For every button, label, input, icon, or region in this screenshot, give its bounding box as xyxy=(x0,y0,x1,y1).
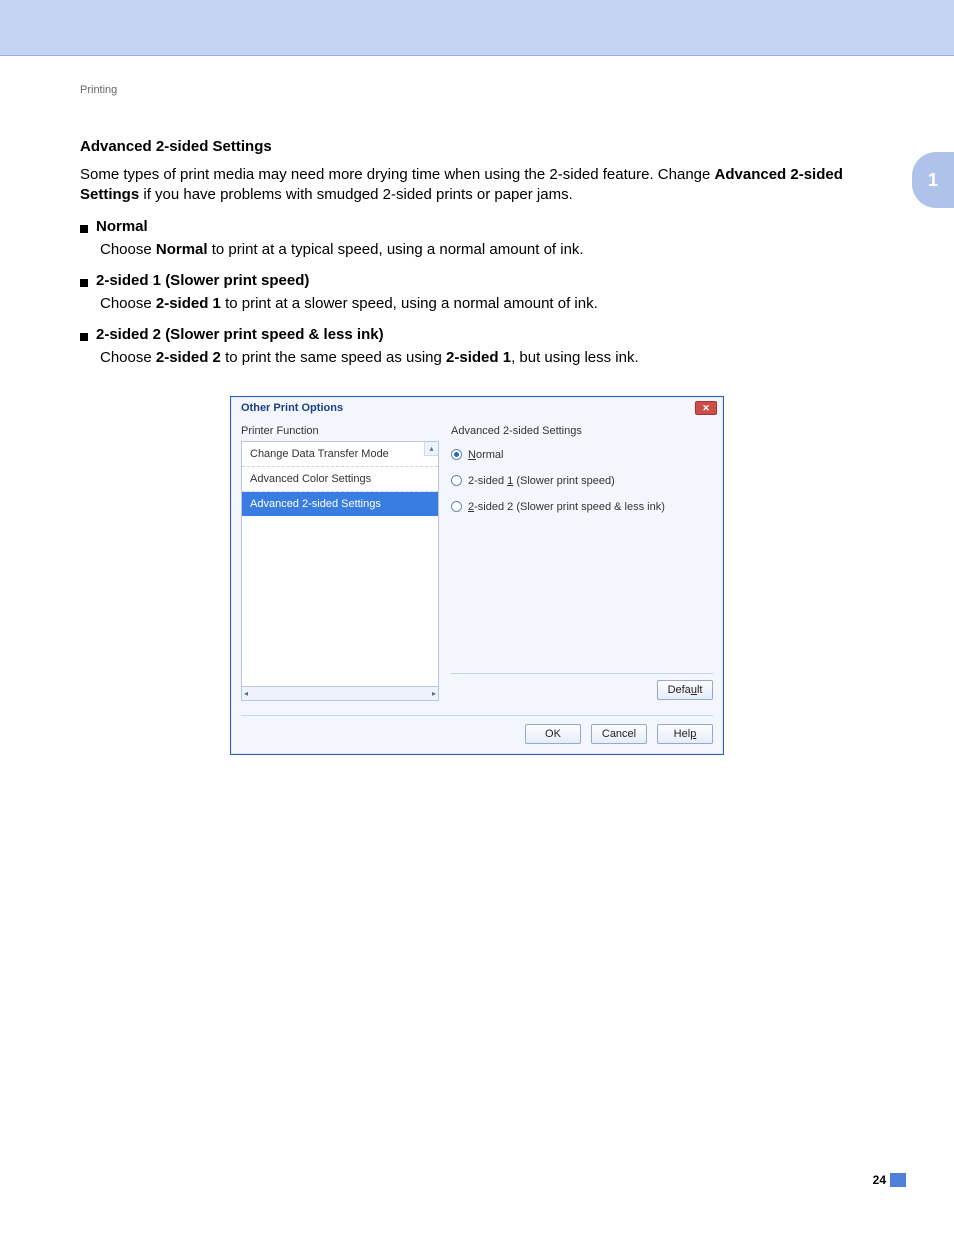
ok-button[interactable]: OK xyxy=(525,724,581,744)
t: -sided 2 (Slower print speed & less ink) xyxy=(474,501,665,513)
t: Choose xyxy=(100,349,156,366)
dialog-titlebar: Other Print Options ✕ xyxy=(231,397,723,419)
default-button[interactable]: Default xyxy=(657,680,713,700)
section-heading: Advanced 2-sided Settings xyxy=(80,138,874,155)
top-banner xyxy=(0,0,954,56)
radio-2sided-2[interactable]: 2-sided 2 (Slower print speed & less ink… xyxy=(451,501,713,513)
bullet-line: 2-sided 1 (Slower print speed) xyxy=(80,272,874,289)
bullet-label: 2-sided 1 (Slower print speed) xyxy=(96,272,309,289)
divider xyxy=(451,673,713,674)
t: lt xyxy=(697,684,703,696)
chapter-tab: 1 xyxy=(912,152,954,208)
bullet-block: 2-sided 2 (Slower print speed & less ink… xyxy=(80,326,874,366)
bullet-icon xyxy=(80,333,88,341)
radio-icon[interactable] xyxy=(451,501,462,512)
listbox-hscroll[interactable]: ◂ ▸ xyxy=(241,687,439,701)
t: Choose xyxy=(100,241,156,258)
t: Hel xyxy=(674,728,691,740)
printer-function-panel: Printer Function ▴ Change Data Transfer … xyxy=(241,425,439,701)
spacer xyxy=(451,527,713,669)
bullet-block: Normal Choose Normal to print at a typic… xyxy=(80,218,874,258)
t: 2-sided 2 xyxy=(156,349,221,366)
radio-normal[interactable]: Normal xyxy=(451,449,713,461)
radio-icon[interactable] xyxy=(451,475,462,486)
page-number: 24 xyxy=(873,1173,886,1187)
bullet-desc: Choose 2-sided 1 to print at a slower sp… xyxy=(100,295,874,312)
list-item[interactable]: Advanced Color Settings xyxy=(242,467,438,492)
bullet-line: 2-sided 2 (Slower print speed & less ink… xyxy=(80,326,874,343)
list-item-selected[interactable]: Advanced 2-sided Settings xyxy=(242,492,438,516)
bullet-desc: Choose 2-sided 2 to print the same speed… xyxy=(100,349,874,366)
t: to print the same speed as using xyxy=(221,349,446,366)
t: 2-sided 1 xyxy=(446,349,511,366)
dialog-title: Other Print Options xyxy=(241,402,343,414)
intro-post: if you have problems with smudged 2-side… xyxy=(139,186,573,203)
footer-buttons: OK Cancel Help xyxy=(241,724,713,744)
bullet-icon xyxy=(80,225,88,233)
bullet-line: Normal xyxy=(80,218,874,235)
bullet-label: Normal xyxy=(96,218,148,235)
t: 2-sided xyxy=(468,475,507,487)
radio-label: Normal xyxy=(468,449,503,461)
bullet-label: 2-sided 2 (Slower print speed & less ink… xyxy=(96,326,384,343)
t: Defa xyxy=(668,684,691,696)
breadcrumb: Printing xyxy=(80,84,874,96)
t: , but using less ink. xyxy=(511,349,639,366)
settings-panel: Advanced 2-sided Settings Normal 2-sided… xyxy=(451,425,713,701)
scroll-right-icon[interactable]: ▸ xyxy=(432,689,436,698)
t: N xyxy=(468,449,476,461)
help-button[interactable]: Help xyxy=(657,724,713,744)
divider xyxy=(241,715,713,716)
t: p xyxy=(690,728,696,740)
t: to print at a typical speed, using a nor… xyxy=(208,241,584,258)
radio-2sided-1[interactable]: 2-sided 1 (Slower print speed) xyxy=(451,475,713,487)
dialog-footer: OK Cancel Help xyxy=(231,709,723,754)
page-number-accent xyxy=(890,1173,906,1187)
default-row: Default xyxy=(451,680,713,700)
page-content: Printing Advanced 2-sided Settings Some … xyxy=(0,56,954,755)
other-print-options-dialog: Other Print Options ✕ Printer Function ▴… xyxy=(230,396,724,755)
group-title: Advanced 2-sided Settings xyxy=(451,425,713,437)
printer-function-label: Printer Function xyxy=(241,425,439,437)
bullet-block: 2-sided 1 (Slower print speed) Choose 2-… xyxy=(80,272,874,312)
cancel-button[interactable]: Cancel xyxy=(591,724,647,744)
radio-icon[interactable] xyxy=(451,449,462,460)
bullet-desc: Choose Normal to print at a typical spee… xyxy=(100,241,874,258)
scroll-left-icon[interactable]: ◂ xyxy=(244,689,248,698)
t: to print at a slower speed, using a norm… xyxy=(221,295,598,312)
radio-label: 2-sided 1 (Slower print speed) xyxy=(468,475,615,487)
chapter-number: 1 xyxy=(928,170,938,191)
intro-pre: Some types of print media may need more … xyxy=(80,166,715,183)
list-item[interactable]: Change Data Transfer Mode xyxy=(242,442,438,467)
scroll-up-icon[interactable]: ▴ xyxy=(424,442,438,456)
t: Choose xyxy=(100,295,156,312)
dialog-body: Printer Function ▴ Change Data Transfer … xyxy=(231,419,723,709)
bullet-icon xyxy=(80,279,88,287)
t: (Slower print speed) xyxy=(513,475,615,487)
intro-paragraph: Some types of print media may need more … xyxy=(80,165,874,206)
t: 2-sided 1 xyxy=(156,295,221,312)
printer-function-listbox[interactable]: ▴ Change Data Transfer Mode Advanced Col… xyxy=(241,441,439,687)
t: ormal xyxy=(476,449,504,461)
close-button[interactable]: ✕ xyxy=(695,401,717,415)
radio-label: 2-sided 2 (Slower print speed & less ink… xyxy=(468,501,665,513)
t: Normal xyxy=(156,241,208,258)
